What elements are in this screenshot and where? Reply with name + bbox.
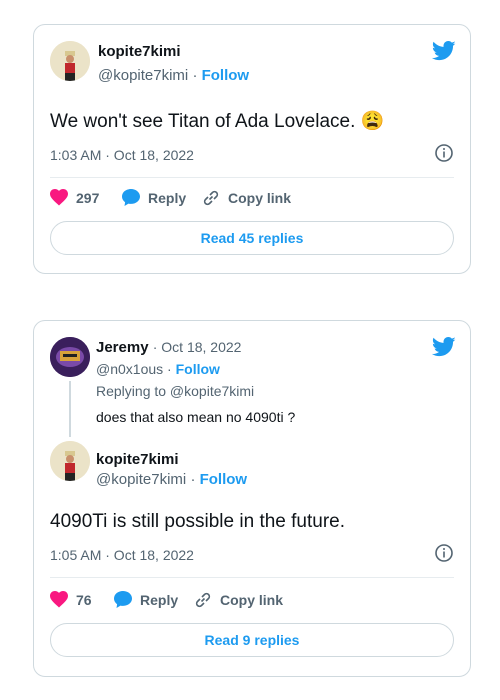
divider [50, 177, 454, 178]
parent-author-name[interactable]: Jeremy [96, 339, 149, 356]
heart-icon [50, 189, 68, 206]
author-handle-line: @kopite7kimi · Follow [98, 67, 249, 84]
avatar-image [50, 337, 90, 377]
like-count: 297 [76, 189, 100, 206]
author-name[interactable]: kopite7kimi [98, 43, 181, 60]
parent-author-line: Jeremy · Oct 18, 2022 [96, 339, 241, 356]
parent-handle[interactable]: @n0x1ous [96, 361, 163, 377]
follow-button[interactable]: Follow [200, 471, 248, 488]
tweet-card-1: kopite7kimi @kopite7kimi · Follow We won… [33, 24, 471, 274]
separator-dot: · [167, 361, 172, 377]
heart-icon [50, 591, 68, 608]
copy-link-label: Copy link [220, 592, 284, 608]
follow-button[interactable]: Follow [176, 361, 220, 377]
link-icon [203, 190, 219, 206]
reply-label: Reply [148, 189, 187, 206]
parent-handle-line: @n0x1ous · Follow [96, 361, 220, 377]
copy-link-label: Copy link [228, 190, 292, 206]
divider [50, 577, 454, 578]
author-name[interactable]: kopite7kimi [96, 451, 179, 468]
separator-dot: · [192, 67, 198, 84]
tweet-text: 4090Ti is still possible in the future. [50, 511, 346, 532]
separator-dot: · [190, 471, 196, 488]
parent-tweet-text: does that also mean no 4090ti ? [96, 409, 296, 425]
author-handle[interactable]: @kopite7kimi [96, 471, 186, 488]
reply-bubble-icon [122, 189, 140, 206]
avatar[interactable] [50, 337, 90, 377]
avatar[interactable] [50, 441, 90, 481]
twitter-bird-icon[interactable] [431, 41, 456, 66]
reply-button[interactable]: Reply [122, 189, 186, 206]
tweet-timestamp[interactable]: 1:03 AM · Oct 18, 2022 [50, 147, 194, 163]
reply-button[interactable]: Reply [114, 591, 178, 608]
tweet-text: We won't see Titan of Ada Lovelace. 😩 [50, 111, 385, 132]
thread-line [69, 381, 71, 437]
info-icon[interactable] [434, 143, 454, 168]
read-replies-button[interactable]: Read 45 replies [50, 221, 454, 255]
read-replies-button[interactable]: Read 9 replies [50, 623, 454, 657]
like-button[interactable]: 76 [50, 591, 92, 608]
author-handle[interactable]: @kopite7kimi [98, 67, 188, 84]
avatar-image [50, 441, 90, 481]
author-handle-line: @kopite7kimi · Follow [96, 471, 247, 488]
avatar[interactable] [50, 41, 90, 81]
link-icon [195, 592, 211, 608]
tweet-timestamp[interactable]: 1:05 AM · Oct 18, 2022 [50, 547, 194, 563]
parent-date[interactable]: · Oct 18, 2022 [153, 339, 242, 355]
like-button[interactable]: 297 [50, 189, 99, 206]
tweet-card-2: Jeremy · Oct 18, 2022 @n0x1ous · Follow … [33, 320, 471, 677]
copy-link-button[interactable]: Copy link [202, 189, 291, 207]
avatar-image [50, 41, 90, 81]
copy-link-button[interactable]: Copy link [194, 591, 283, 609]
reply-label: Reply [140, 591, 179, 608]
like-count: 76 [76, 591, 92, 608]
info-icon[interactable] [434, 543, 454, 568]
replying-to[interactable]: Replying to @kopite7kimi [96, 383, 254, 399]
follow-button[interactable]: Follow [202, 67, 250, 84]
reply-bubble-icon [114, 591, 132, 608]
twitter-bird-icon[interactable] [431, 337, 456, 362]
